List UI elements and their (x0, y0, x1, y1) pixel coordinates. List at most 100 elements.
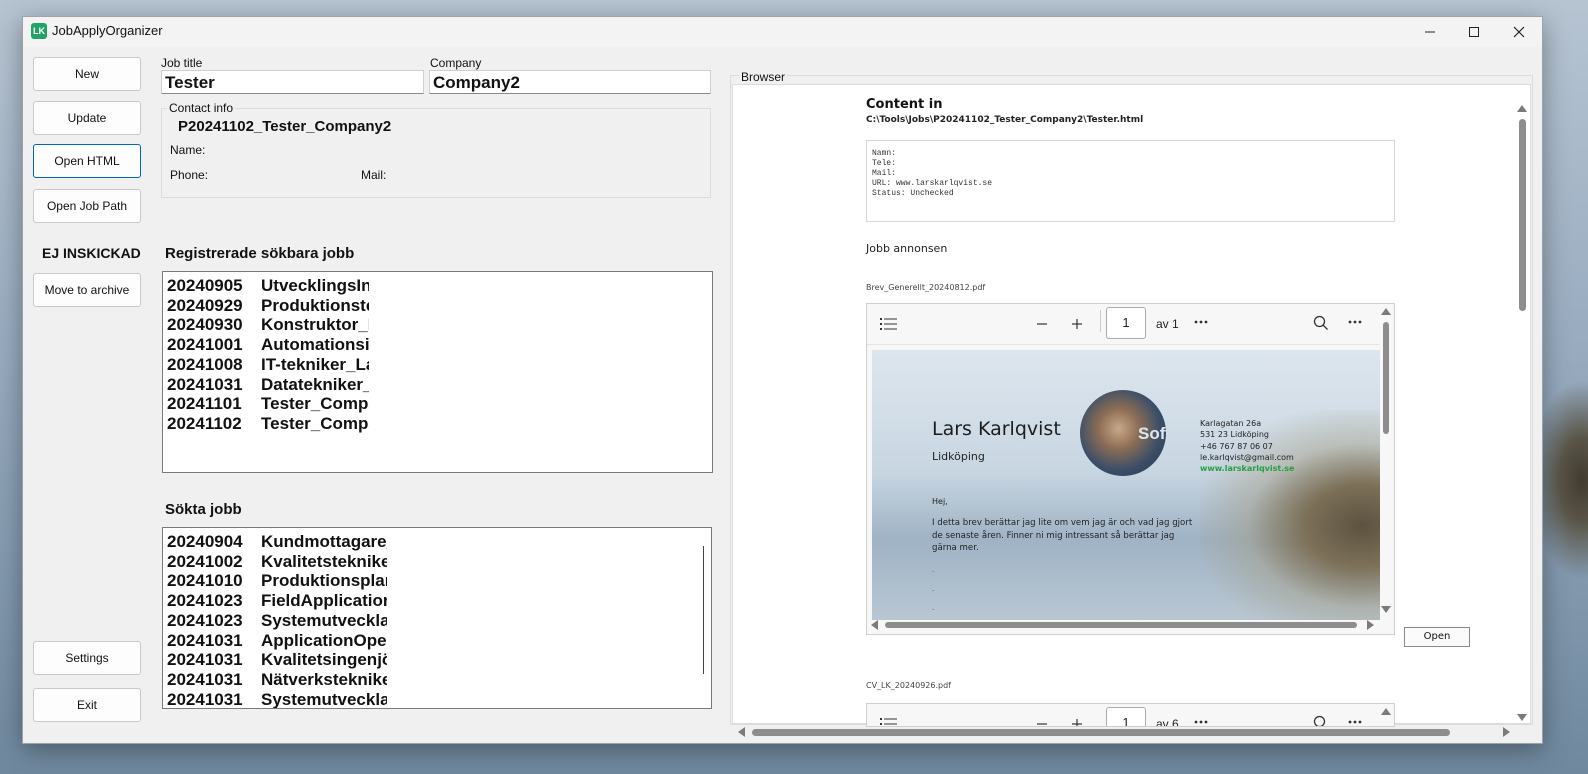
info-line: Status: Unchecked (872, 189, 954, 198)
browser-scroll-up-icon[interactable] (1517, 105, 1527, 112)
job-name: Kundmottagare_ (261, 532, 387, 551)
mail-label: Mail: (361, 168, 387, 182)
move-to-archive-button[interactable]: Move to archive (33, 273, 141, 307)
list-item[interactable]: 20241031 Kvalitetsingenjör (167, 650, 387, 670)
pdf2-viewer[interactable]: 1 av 6 (866, 703, 1395, 727)
pdf2-page-input[interactable]: 1 (1106, 707, 1146, 726)
pdf2-table-of-contents-icon[interactable] (880, 717, 898, 726)
search-icon[interactable] (1313, 315, 1329, 331)
pdf2-zoom-out-icon[interactable] (1036, 720, 1048, 726)
company-label: Company (430, 56, 482, 70)
job-date: 20241102 (167, 413, 242, 433)
list-item[interactable]: 20241031 Datatekniker_ (167, 375, 369, 395)
open-pdf-button[interactable]: Open (1404, 627, 1470, 647)
browser-scroll-down-icon[interactable] (1517, 714, 1527, 721)
browser-label: Browser (739, 70, 788, 84)
browser-scroll-right-icon[interactable] (1503, 727, 1510, 737)
job-date: 20241023 (167, 591, 243, 611)
browser-view[interactable]: Content in C:\Tools\Jobs\P20241102_Teste… (732, 84, 1531, 737)
list-item[interactable]: 20241031 Nätverksteknike (167, 670, 387, 690)
close-button[interactable] (1496, 17, 1542, 47)
pdf2-more-options-icon[interactable] (1194, 720, 1208, 724)
pdf1-horizontal-scroll-thumb[interactable] (885, 622, 1357, 628)
pdf1-scroll-right-icon[interactable] (1367, 620, 1374, 630)
pdf2-more-menu-icon[interactable] (1348, 720, 1362, 724)
settings-button[interactable]: Settings (33, 641, 141, 675)
job-ad-heading: Jobb annonsen (866, 242, 948, 255)
list-item[interactable]: 20241102 Tester_Compa (167, 414, 369, 434)
letter-website: www.larskarlqvist.se (1200, 464, 1295, 473)
registered-jobs-list[interactable]: 20240905 UtvecklingsIng 20240929 Produktion… (162, 271, 713, 473)
job-name: FieldApplication (261, 591, 387, 611)
open-job-path-button[interactable]: Open Job Path (33, 189, 141, 223)
new-button[interactable]: New (33, 57, 141, 91)
job-name: IT-tekniker_La (261, 354, 369, 374)
list-item[interactable]: 20241001 Automationsin (167, 335, 369, 355)
profile-photo: Soft (1080, 390, 1166, 476)
job-date: 20241101 (167, 394, 242, 414)
pdf1-toolbar: 1 av 1 (867, 304, 1379, 345)
pdf1-scroll-down-icon[interactable] (1381, 606, 1391, 613)
info-line: URL: www.larskarlqvist.se (872, 179, 993, 188)
list-item[interactable]: 20241023 FieldApplication (167, 591, 387, 611)
pdf1-scroll-left-icon[interactable] (871, 620, 878, 630)
app-icon: LK (31, 23, 47, 39)
toolbar-divider (1100, 310, 1101, 332)
browser-vertical-scroll-thumb[interactable] (1519, 119, 1526, 311)
pdf2-scroll-up-icon[interactable] (1381, 708, 1391, 715)
company-input[interactable]: Company2 (429, 70, 711, 94)
pdf2-search-icon[interactable] (1313, 715, 1329, 727)
list-item[interactable]: 20241010 Produktionsplan (167, 571, 387, 591)
list-item[interactable]: 20240929 Produktionste (167, 296, 369, 316)
zoom-out-icon[interactable] (1036, 318, 1048, 330)
maximize-button[interactable] (1451, 17, 1497, 47)
job-name: Automationsin (261, 335, 369, 355)
job-title-input[interactable]: Tester (161, 70, 424, 94)
pdf1-viewer[interactable]: 1 av 1 Lars Karlqvist Lidköping Soft Kar… (866, 303, 1395, 635)
update-button[interactable]: Update (33, 101, 141, 135)
open-html-button[interactable]: Open HTML (33, 144, 141, 178)
job-name: Kvalitetsingenjör (261, 650, 387, 670)
list-item[interactable]: 20240930 Konstruktor_K (167, 315, 369, 335)
pdf1-scroll-up-icon[interactable] (1381, 308, 1391, 315)
body-line: I detta brev berättar jag lite om vem ja… (932, 518, 1193, 528)
applied-jobs-list[interactable]: 20240904 Kundmottagare_ 20241002 Kvalitetst… (162, 527, 712, 709)
job-name: Tester_Compa (261, 413, 369, 433)
browser-scroll-left-icon[interactable] (738, 727, 745, 737)
list-item[interactable]: 20241031 Systemutvecklar (167, 689, 387, 709)
pdf1-page-input[interactable]: 1 (1106, 307, 1146, 339)
job-date: 20241031 (167, 650, 243, 670)
address-line: +46 767 87 06 07 (1200, 441, 1273, 451)
applied-list-scrollbar[interactable] (703, 546, 704, 674)
job-date: 20240904 (167, 532, 243, 551)
list-item[interactable]: 20241023 Systemutvecklar (167, 611, 387, 631)
list-item[interactable]: 20241101 Tester_Compa (167, 394, 369, 414)
exit-button[interactable]: Exit (33, 688, 141, 722)
contact-id: P20241102_Tester_Company2 (178, 118, 392, 135)
list-item[interactable]: 20241031 ApplicationOper (167, 631, 387, 651)
browser-horizontal-scroll-thumb[interactable] (752, 729, 1450, 736)
phone-label: Phone: (170, 168, 209, 182)
list-item[interactable]: 20240904 Kundmottagare_ (167, 532, 387, 552)
job-date: 20240929 (167, 295, 243, 315)
body-line: de senaste åren. Finner ni mig intressan… (932, 530, 1175, 541)
list-item[interactable]: 20241002 Kvalitetstekniker (167, 552, 387, 572)
job-name: Kvalitetstekniker (261, 551, 387, 571)
window-title: JobApplyOrganizer (52, 23, 163, 38)
pdf2-page-total: av 6 (1156, 717, 1179, 727)
job-date: 20241031 (167, 689, 243, 709)
job-name: Produktionste (261, 295, 369, 315)
letter-body: I detta brev berättar jag lite om vem ja… (932, 517, 1192, 555)
pdf1-vertical-scroll-thumb[interactable] (1383, 322, 1389, 434)
zoom-in-icon[interactable] (1071, 318, 1083, 330)
close-icon (1513, 26, 1525, 38)
pdf2-zoom-in-icon[interactable] (1071, 716, 1083, 726)
table-of-contents-icon[interactable] (880, 317, 898, 330)
contact-info-label: Contact info (167, 101, 236, 115)
minimize-button[interactable] (1407, 17, 1453, 47)
more-options-icon[interactable] (1194, 320, 1208, 324)
list-item[interactable]: 20240905 UtvecklingsIng (167, 276, 369, 296)
job-name: Systemutvecklar (261, 689, 387, 709)
list-item[interactable]: 20241008 IT-tekniker_La (167, 355, 369, 375)
more-menu-icon[interactable] (1348, 320, 1362, 324)
